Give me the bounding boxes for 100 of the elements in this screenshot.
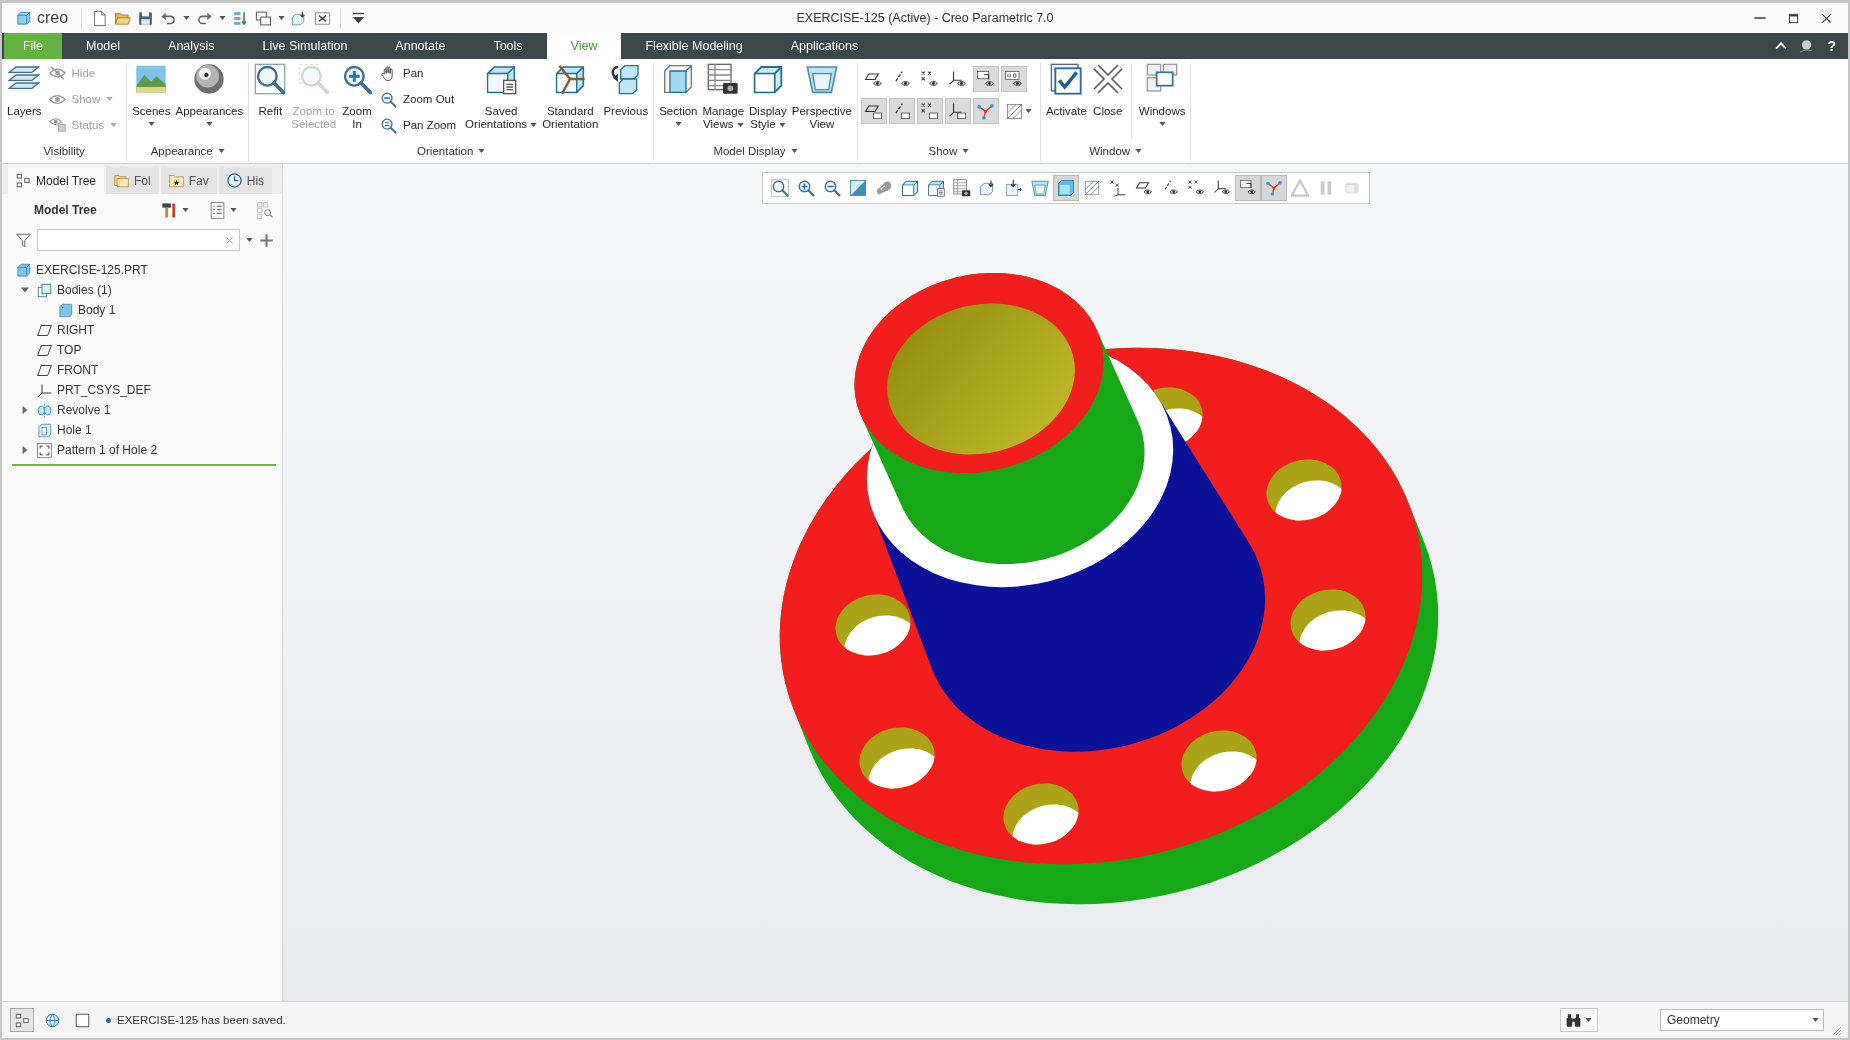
ribbon-button[interactable]: Close	[1089, 63, 1126, 118]
list-settings-icon[interactable]	[209, 201, 226, 219]
box-display-icon	[1238, 179, 1257, 197]
box-down-arrow-icon	[1004, 179, 1023, 197]
caret-icon[interactable]	[246, 238, 253, 242]
filter-icon[interactable]	[16, 232, 31, 248]
ribbon-button[interactable]: Layers	[5, 63, 44, 118]
caret-icon[interactable]	[230, 208, 237, 212]
caret-right-icon[interactable]	[21, 406, 29, 414]
toggle-button[interactable]	[916, 98, 943, 124]
caret-right-icon[interactable]	[21, 446, 29, 454]
close-icon[interactable]	[1821, 12, 1832, 24]
ribbon-button[interactable]: Saved Orientations	[463, 63, 540, 131]
annotation-display-icon	[1108, 179, 1127, 197]
datum-plane-icon	[37, 342, 52, 358]
point-tag-icon	[920, 101, 940, 121]
group-menu-button[interactable]: Window	[1086, 141, 1146, 161]
toggle-button[interactable]	[1000, 66, 1027, 92]
hide-eye-icon	[48, 66, 66, 80]
csys-display-icon	[1212, 179, 1231, 197]
ribbon-tab[interactable]: Analysis	[144, 33, 239, 59]
ribbon-button[interactable]: Section	[657, 63, 700, 126]
tree-item[interactable]: PRT_CSYS_DEF	[57, 383, 151, 397]
ribbon-small-button[interactable]: Pan Zoom	[378, 112, 459, 138]
zoom-out-icon	[822, 179, 841, 197]
tree-item[interactable]: Pattern 1 of Hole 2	[57, 443, 158, 457]
ribbon-tab[interactable]: Applications	[766, 33, 883, 59]
ribbon-tab[interactable]: Annotate	[371, 33, 470, 59]
toggle-button[interactable]	[972, 98, 999, 124]
ribbon-button[interactable]: Appearances	[173, 63, 246, 126]
tree-item[interactable]: Bodies (1)	[57, 283, 112, 297]
find-button[interactable]	[1560, 1008, 1598, 1032]
ribbon-tab[interactable]: Flexible Modeling	[621, 33, 767, 59]
maximize-icon[interactable]	[1788, 12, 1799, 24]
tree-item[interactable]: EXERCISE-125.PRT	[36, 263, 148, 277]
plus-icon[interactable]	[259, 232, 274, 248]
toggle-button[interactable]	[888, 98, 915, 124]
pattern-icon	[37, 442, 52, 458]
help-button[interactable]: ?	[1825, 38, 1838, 54]
tools-icon[interactable]	[161, 201, 178, 219]
tree-item[interactable]: FRONT	[57, 363, 99, 377]
ribbon-tab[interactable]: Tools	[469, 33, 547, 59]
revolve-icon	[37, 402, 52, 418]
status-tool-button[interactable]	[10, 1008, 34, 1032]
caret-icon[interactable]	[182, 208, 189, 212]
windows-icon	[1146, 63, 1179, 95]
panel-tab[interactable]: Model Tree	[8, 167, 105, 194]
caret-icon[interactable]	[219, 16, 227, 20]
toggle-button[interactable]	[972, 66, 999, 92]
caret-icon[interactable]	[183, 16, 191, 20]
caret-down-icon[interactable]	[21, 286, 29, 294]
new-file-icon[interactable]	[91, 9, 109, 27]
tree-item[interactable]: RIGHT	[57, 323, 95, 337]
tree-item[interactable]: Revolve 1	[57, 403, 111, 417]
caret-icon[interactable]	[278, 16, 286, 20]
ribbon-button[interactable]: Windows	[1136, 63, 1188, 126]
status-message: EXERCISE-125 has been saved.	[117, 1014, 286, 1026]
nodes-icon	[1264, 179, 1283, 197]
tree-item[interactable]: Hole 1	[57, 423, 92, 437]
toggle-button[interactable]	[944, 98, 971, 124]
ribbon-small-button[interactable]: Pan	[378, 60, 459, 86]
blob-icon	[874, 179, 893, 197]
ribbon-button[interactable]: Manage Views	[700, 63, 747, 131]
ribbon-button[interactable]: Standard Orientation	[540, 63, 601, 131]
landscape-icon	[135, 63, 168, 95]
group-menu-button[interactable]: Model Display	[710, 141, 801, 161]
group-menu-button[interactable]: Show	[925, 141, 973, 161]
ribbon-button[interactable]: Display Style	[747, 63, 789, 131]
caret-icon	[1812, 1018, 1819, 1022]
group-menu-button[interactable]: Appearance	[147, 141, 228, 161]
search-field[interactable]	[37, 229, 240, 251]
browser-globe-icon	[44, 1012, 60, 1028]
ribbon-tab[interactable]: Model	[62, 33, 145, 59]
close-icon[interactable]	[314, 9, 332, 27]
square-icon	[74, 1012, 90, 1028]
ribbon-button[interactable]: Zoom In	[339, 63, 376, 131]
selection-filter-dropdown[interactable]: Geometry	[1660, 1009, 1824, 1031]
group-menu-button[interactable]: Orientation	[414, 141, 489, 161]
ribbon-button[interactable]: Refit	[252, 63, 289, 118]
ribbon-tab[interactable]: View	[546, 33, 622, 59]
toolbar-button[interactable]	[1234, 175, 1261, 201]
ribbon-small-button[interactable]: Zoom Out	[378, 86, 459, 112]
panel-tab[interactable]: Fav	[160, 167, 217, 194]
tree-item[interactable]: TOP	[57, 343, 82, 357]
panel-tab[interactable]: His	[218, 167, 273, 194]
binoculars-icon	[1566, 1012, 1581, 1028]
ribbon-button[interactable]: Scenes	[130, 63, 173, 126]
ribbon-button[interactable]: Perspective View	[789, 63, 854, 131]
ribbon-tab[interactable]: Live Simulation	[238, 33, 372, 59]
toggle-button[interactable]	[860, 98, 887, 124]
minimize-icon[interactable]	[1754, 17, 1766, 19]
panel-tab[interactable]: Fol	[106, 167, 159, 194]
user-globe-icon[interactable]	[1799, 39, 1814, 53]
datum-plane-icon	[37, 322, 52, 338]
save-icon[interactable]	[137, 9, 155, 27]
ribbon-button[interactable]: Activate	[1043, 63, 1089, 118]
caret-up-icon[interactable]	[1775, 42, 1788, 50]
ribbon-button[interactable]: Previous	[601, 63, 651, 118]
tree-item[interactable]: Body 1	[78, 303, 116, 317]
windows-icon[interactable]	[255, 9, 273, 27]
